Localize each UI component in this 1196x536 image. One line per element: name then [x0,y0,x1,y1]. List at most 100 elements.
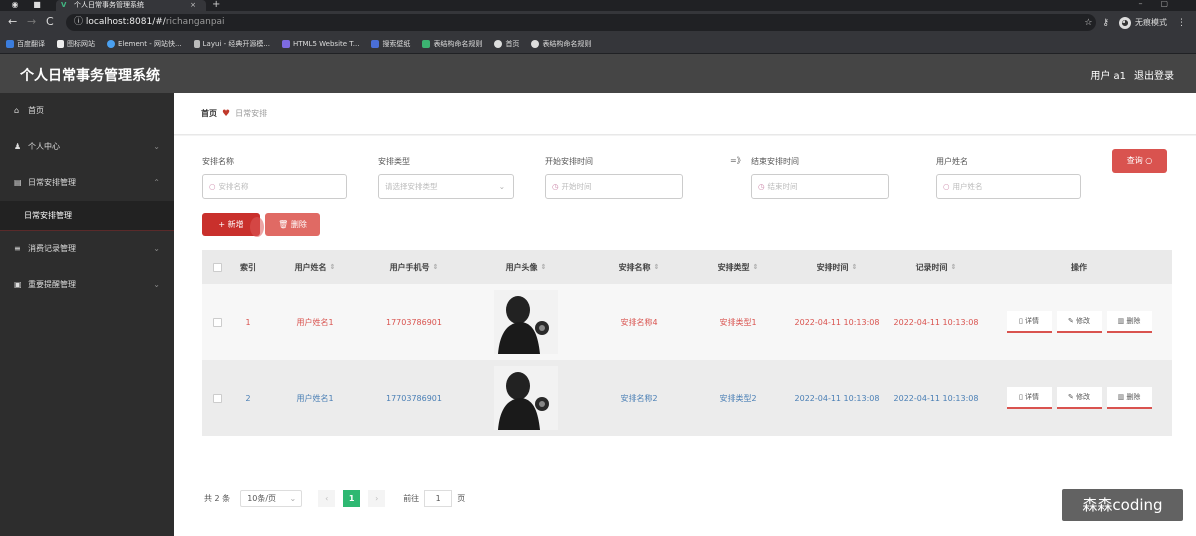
cell-avatar [462,360,590,436]
bookmark-item[interactable]: Layui - 经典开源模... [193,39,270,49]
user-name-input[interactable]: ○ 用户姓名 [936,174,1081,199]
back-icon[interactable]: ← [8,16,17,28]
close-tab-icon[interactable]: × [190,0,196,10]
sidebar-item-home[interactable]: ⌂ 首页 [0,93,174,129]
globe-icon [531,39,540,48]
bell-icon: ▣ [14,280,22,289]
bookmark-item[interactable]: 表结构命名规则 [531,39,591,49]
calendar-icon: ▤ [14,178,22,187]
sidebar-subitem-daily-plans[interactable]: 日常安排管理 [0,201,174,231]
cell-actions: ▯ 详情 ✎ 修改 ▥ 删除 [986,360,1172,436]
sidebar-item-personal-center[interactable]: ♟ 个人中心 ⌄ [0,129,174,165]
address-bar[interactable]: ⓘ localhost:8081/#/richanganpai [66,14,1096,31]
html5-site-icon [282,39,291,48]
plan-name-input[interactable]: ○ 安排名称 [202,174,347,199]
sidebar-item-reminders[interactable]: ▣ 重要提醒管理 ⌄ [0,267,174,303]
avatar[interactable] [494,366,558,430]
edit-button[interactable]: ✎ 修改 [1056,311,1102,333]
prev-page-button[interactable]: ‹ [318,489,336,507]
app-title: 个人日常事务管理系统 [20,68,160,84]
main-content: 首页 ♥ 日常安排 安排名称 ○ 安排名称 安排类型 请选择安排类型 ⌄ 开始安排时间 … [174,93,1196,536]
page-number-current[interactable]: 1 [343,489,361,507]
chevron-down-icon: ⌄ [153,142,160,151]
browser-menu-icon[interactable]: ◉ [10,0,20,10]
bookmark-item[interactable]: 图标网站 [57,39,95,49]
sort-icon[interactable]: ⇕ [330,262,336,273]
bookmark-item[interactable]: 首页 [494,39,519,49]
cell-user-name: 用户姓名1 [296,393,334,403]
edit-button[interactable]: ✎ 修改 [1056,387,1102,409]
sidebar-item-spending[interactable]: ≡ 消费记录管理 ⌄ [0,231,174,267]
next-page-button[interactable]: › [368,489,386,507]
column-header[interactable]: 安排名称 ⇕ [590,250,688,284]
sort-icon[interactable]: ⇕ [753,262,759,273]
home-icon: ⌂ [14,106,20,115]
filter-label-plan-name: 安排名称 [202,157,234,166]
sidebar-item-daily-plans[interactable]: ▤ 日常安排管理 ⌃ [0,165,174,201]
column-header[interactable]: 用户头像 ⇕ [462,250,590,284]
column-header[interactable]: 索引 [232,250,264,284]
search-button[interactable]: 查询 ○ [1112,149,1167,173]
delete-row-button[interactable]: ▥ 删除 [1106,311,1152,333]
tab-title: 个人日常事务管理系统 [74,1,144,9]
sidebar-item-label: 首页 [28,106,44,115]
select-all-checkbox[interactable] [202,250,232,284]
column-header[interactable]: 安排时间 ⇕ [788,250,886,284]
sort-icon[interactable]: ⇕ [654,262,660,273]
detail-button[interactable]: ▯ 详情 [1006,311,1052,333]
browser-more-icon[interactable]: ⋮ [1177,18,1186,28]
bookmark-item[interactable]: 百度翻译 [6,39,45,49]
sort-icon[interactable]: ⇕ [433,262,439,273]
incognito-profile-button[interactable]: ◕ 无痕模式 [1119,16,1167,29]
password-key-icon[interactable]: ⚷ [1102,18,1109,28]
bookmark-item[interactable]: 表结构命名规则 [422,39,482,49]
column-header[interactable]: 记录时间 ⇕ [886,250,986,284]
start-time-picker[interactable]: ◷ 开始时间 [545,174,683,199]
column-header[interactable]: 用户姓名 ⇕ [264,250,366,284]
row-checkbox[interactable] [202,360,232,436]
baidu-translate-icon [6,39,14,48]
goto-page-input[interactable]: 1 [424,489,453,507]
filter-label-plan-type: 安排类型 [378,157,410,166]
sort-icon[interactable]: ⇕ [852,262,858,273]
new-tab-icon[interactable]: + [212,0,220,10]
checkbox[interactable] [212,393,222,403]
site-info-icon[interactable]: ⓘ [74,17,86,27]
row-checkbox[interactable] [202,284,232,360]
cell-plan-name: 安排名称4 [620,317,658,327]
end-time-picker[interactable]: ◷ 结束时间 [751,174,889,199]
detail-button[interactable]: ▯ 详情 [1006,387,1052,409]
checkbox[interactable] [212,262,222,272]
sheet-icon [422,39,431,48]
column-header[interactable]: 安排类型 ⇕ [688,250,788,284]
sort-icon[interactable]: ⇕ [541,262,547,273]
column-header[interactable]: 用户手机号 ⇕ [366,250,462,284]
sidebar: ⌂ 首页 ♟ 个人中心 ⌄ ▤ 日常安排管理 ⌃ 日常安排管理 ≡ 消费记录管理 ⌄ ▣ 重要提… [0,93,174,536]
plan-type-select[interactable]: 请选择安排类型 ⌄ [378,174,514,199]
current-user: 用户 a1 [1090,71,1126,82]
window-controls-icon[interactable]: –▢ [1138,0,1186,8]
tab-switcher-icon[interactable]: ■ [32,0,42,10]
delete-row-button[interactable]: ▥ 删除 [1106,387,1152,409]
bookmark-item[interactable]: Element - 网站快... [107,39,182,49]
bookmark-star-icon[interactable]: ☆ [1084,18,1092,28]
delete-button[interactable]: 🗑 删除 [265,213,320,236]
bookmark-item[interactable]: 搜索壁纸 [371,39,410,49]
breadcrumb-home[interactable]: 首页 [201,109,217,118]
forward-icon[interactable]: → [27,16,36,28]
avatar[interactable] [494,290,558,354]
browser-tab-strip: ◉ ■ V 个人日常事务管理系统 × + –▢ [0,0,1196,11]
logout-link[interactable]: 退出登录 [1134,67,1174,82]
placeholder: 用户姓名 [952,182,983,191]
chevron-down-icon: ⌄ [498,182,505,191]
bookmark-item[interactable]: HTML5 Website T... [282,39,359,48]
checkbox[interactable] [212,317,222,327]
bookmarks-bar: 百度翻译 图标网站 Element - 网站快... Layui - 经典开源模… [0,34,1196,54]
table-row: 2 用户姓名1 17703786901 安排名称2 安排类型2 2022-04-… [202,360,1172,436]
sort-icon[interactable]: ⇕ [951,262,957,273]
breadcrumb: 首页 ♥ 日常安排 [174,93,1196,135]
cell-plan-type: 安排类型2 [719,393,757,403]
browser-tab[interactable]: V 个人日常事务管理系统 × [56,0,206,11]
reload-icon[interactable]: C [46,16,54,28]
page-size-select[interactable]: 10条/页 ⌄ [240,489,303,507]
